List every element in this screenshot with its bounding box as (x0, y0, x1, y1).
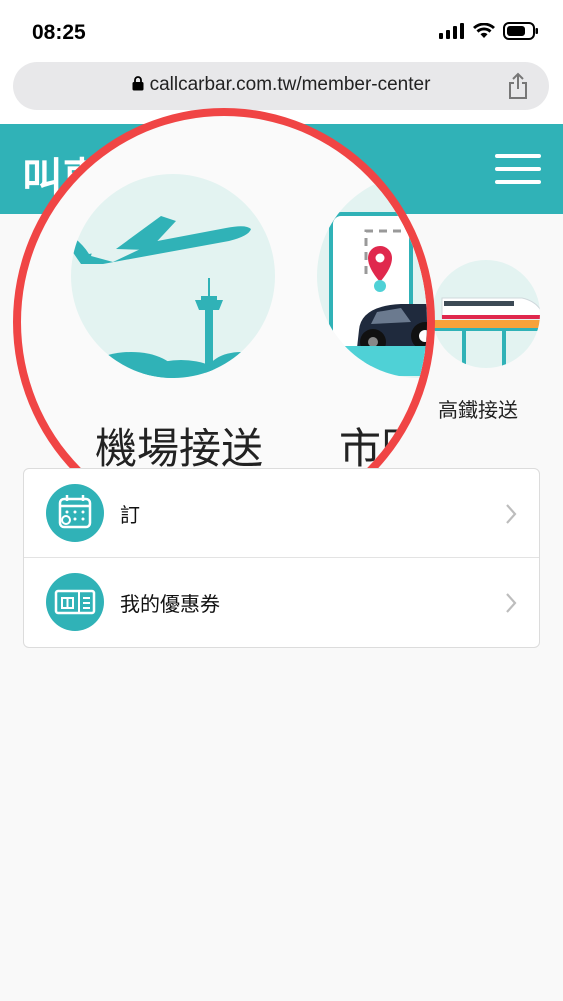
status-bar: 08:25 (0, 0, 563, 62)
wifi-icon (473, 23, 495, 38)
service-label-airport[interactable]: 機場接送 (95, 424, 263, 473)
service-hsr[interactable]: 高鐵接送 (432, 258, 540, 422)
battery-icon (503, 22, 538, 40)
airplane-tower-icon (71, 174, 275, 378)
address-bar[interactable]: callcarbar.com.tw/member-center (13, 62, 549, 110)
service-label: 高鐵接送 (438, 398, 518, 422)
status-time: 08:25 (32, 21, 86, 44)
calendar-icon (46, 484, 104, 542)
chevron-right-icon (506, 504, 517, 524)
member-menu-list: 訂 我的優惠券 (23, 468, 540, 648)
service-label-city[interactable]: 市區 (339, 424, 423, 473)
hamburger-menu-button[interactable] (495, 154, 541, 186)
list-item-label: 我的優惠券 (120, 592, 220, 616)
list-item-label: 訂 (120, 503, 140, 527)
list-item-orders[interactable]: 訂 (24, 469, 539, 558)
list-item-coupons[interactable]: 我的優惠券 (24, 558, 539, 647)
high-speed-rail-icon (432, 260, 540, 368)
url-text: callcarbar.com.tw/member-center (149, 74, 431, 95)
phone-car-map-icon (317, 174, 427, 378)
lock-icon (132, 76, 144, 91)
share-icon[interactable] (507, 72, 529, 100)
signal-icon (439, 23, 464, 39)
status-icons (439, 22, 539, 40)
chevron-right-icon (506, 593, 517, 613)
coupon-icon (46, 573, 104, 631)
